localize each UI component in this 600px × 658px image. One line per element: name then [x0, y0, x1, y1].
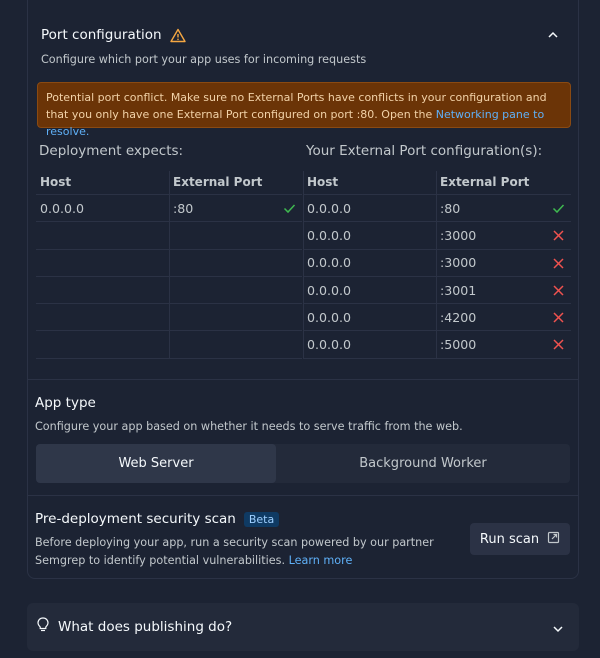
security-scan-title: Pre-deployment security scan — [35, 511, 236, 527]
port-cell: :3001 — [440, 282, 477, 298]
learn-more-link[interactable]: Learn more — [289, 554, 353, 567]
section-divider — [28, 495, 578, 496]
port-conflict-alert: Potential port conflict. Make sure no Ex… — [37, 82, 571, 138]
table-row: 0.0.0.0 :80 — [303, 195, 571, 223]
port-configuration-title: Port configuration — [41, 27, 162, 43]
table-row — [36, 250, 302, 277]
host-cell: 0.0.0.0 — [307, 227, 352, 243]
publishing-faq-accordion[interactable]: What does publishing do? — [27, 603, 579, 651]
table-row — [36, 222, 302, 250]
external-config-heading: Your External Port configuration(s): — [306, 143, 543, 159]
section-divider — [28, 379, 578, 380]
check-icon — [552, 202, 565, 215]
port-cell: :3000 — [440, 227, 477, 243]
error-x-icon — [552, 338, 565, 351]
beta-badge: Beta — [243, 511, 280, 527]
table-row: 0.0.0.0 :3001 — [303, 277, 571, 305]
chevron-down-icon[interactable] — [551, 621, 565, 635]
external-link-icon — [547, 531, 560, 548]
host-column-header: Host — [40, 175, 72, 189]
table-row: 0.0.0.0 :3000 — [303, 250, 571, 277]
check-icon — [283, 202, 296, 215]
app-type-subtitle: Configure your app based on whether it n… — [35, 420, 463, 433]
table-row — [36, 331, 302, 359]
host-cell: 0.0.0.0 — [307, 200, 352, 216]
host-column-header: Host — [307, 175, 339, 189]
error-x-icon — [552, 284, 565, 297]
host-cell: 0.0.0.0 — [40, 200, 85, 216]
table-row: 0.0.0.0 :3000 — [303, 222, 571, 250]
port-cell: :80 — [173, 200, 194, 216]
background-worker-option[interactable]: Background Worker — [276, 444, 570, 483]
host-cell: 0.0.0.0 — [307, 337, 352, 353]
port-configuration-subtitle: Configure which port your app uses for i… — [41, 53, 367, 66]
table-row — [36, 277, 302, 305]
port-cell: :80 — [440, 200, 461, 216]
port-cell: :3000 — [440, 255, 477, 271]
host-cell: 0.0.0.0 — [307, 309, 352, 325]
table-row: 0.0.0.0 :5000 — [303, 331, 571, 359]
external-port-column-header: External Port — [440, 175, 530, 189]
error-x-icon — [552, 311, 565, 324]
security-scan-description: Before deploying your app, run a securit… — [35, 534, 435, 570]
external-ports-table: Host External Port 0.0.0.0 :80 0.0.0.0 :… — [303, 171, 571, 359]
security-scan-header: Pre-deployment security scan Beta — [35, 511, 280, 527]
run-scan-button[interactable]: Run scan — [470, 523, 570, 555]
table-row: 0.0.0.0 :80 — [36, 195, 302, 223]
port-cell: :4200 — [440, 309, 477, 325]
external-table-header: Host External Port — [303, 171, 571, 195]
error-x-icon — [552, 257, 565, 270]
port-cell: :5000 — [440, 337, 477, 353]
web-server-option[interactable]: Web Server — [36, 444, 276, 483]
app-type-title: App type — [35, 395, 96, 411]
deployment-expects-heading: Deployment expects: — [39, 143, 184, 159]
table-row — [36, 304, 302, 332]
error-x-icon — [552, 229, 565, 242]
chevron-up-icon[interactable] — [546, 27, 560, 41]
security-scan-text: Before deploying your app, run a securit… — [35, 536, 434, 567]
table-row: 0.0.0.0 :4200 — [303, 304, 571, 332]
deployment-table: Host External Port 0.0.0.0 :80 — [36, 171, 302, 359]
host-cell: 0.0.0.0 — [307, 282, 352, 298]
faq-question: What does publishing do? — [58, 619, 233, 635]
host-cell: 0.0.0.0 — [307, 255, 352, 271]
app-type-selector: Web Server Background Worker — [36, 444, 570, 483]
warning-icon — [169, 28, 186, 43]
port-configuration-header[interactable]: Port configuration — [41, 27, 186, 43]
external-port-column-header: External Port — [173, 175, 263, 189]
run-scan-label: Run scan — [479, 531, 540, 547]
port-configuration-panel: Port configuration Configure which port … — [27, 0, 579, 579]
lightbulb-icon — [37, 617, 49, 637]
